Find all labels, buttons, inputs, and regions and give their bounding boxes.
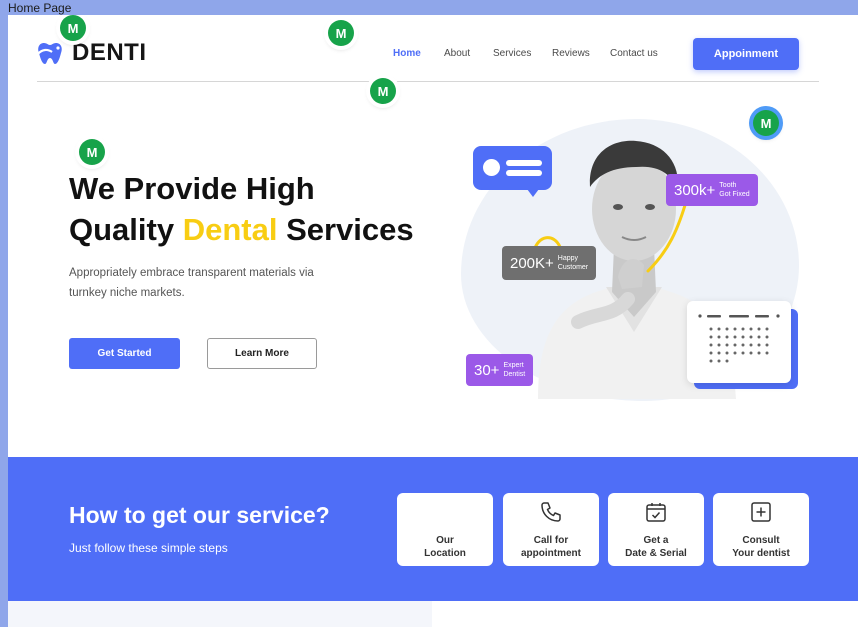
service-steps-section: How to get our service? Just follow thes… <box>8 457 858 601</box>
home-page: DENTI Home About Services Reviews Contac… <box>8 15 858 627</box>
brand-name: DENTI <box>72 39 147 66</box>
calendar-grid-icon <box>698 314 780 363</box>
hero-description: Appropriately embrace transparent materi… <box>69 267 314 299</box>
hero-title-pre: Quality <box>69 212 183 247</box>
step-call-appointment[interactable]: Call for appointment <box>503 493 599 566</box>
comment-marker[interactable]: M <box>753 110 779 136</box>
step-our-location[interactable]: Our Location <box>397 493 493 566</box>
get-started-button[interactable]: Get Started <box>69 338 180 369</box>
comment-marker[interactable]: M <box>79 139 105 165</box>
appointment-button[interactable]: Appoinment <box>693 38 799 70</box>
hero-title-line1: We Provide High <box>69 171 315 206</box>
step-label: Get a Date & Serial <box>625 535 687 559</box>
plus-square-icon <box>751 502 771 522</box>
hero-title-highlight: Dental <box>182 212 278 247</box>
stat-value: 200K+ <box>510 254 554 272</box>
step-consult-dentist[interactable]: Consult Your dentist <box>713 493 809 566</box>
stat-value: 300k+ <box>674 181 716 199</box>
brand-logo[interactable]: DENTI <box>36 39 147 67</box>
comment-marker[interactable]: M <box>328 20 354 46</box>
step-date-serial[interactable]: Get a Date & Serial <box>608 493 704 566</box>
stat-expert-dentist: 30+ Expert Dentist <box>466 354 534 386</box>
step-label: Call for appointment <box>521 535 581 559</box>
comment-marker[interactable]: M <box>370 78 396 104</box>
next-section-panel <box>8 601 432 627</box>
nav-reviews[interactable]: Reviews <box>552 48 590 59</box>
calendar-card <box>687 301 791 383</box>
stat-label: Expert Dentist <box>503 362 526 378</box>
calendar-check-icon <box>646 503 666 522</box>
stat-happy-customer: 200K+ Happy Customer <box>502 246 597 280</box>
phone-icon <box>541 502 561 522</box>
nav-home[interactable]: Home <box>393 48 421 59</box>
tooth-logo-icon <box>37 43 62 64</box>
hero-title-post: Services <box>277 212 414 247</box>
frame-label: Home Page <box>8 1 72 15</box>
nav-services[interactable]: Services <box>493 48 531 59</box>
nav-contact[interactable]: Contact us <box>610 48 658 59</box>
header-divider <box>37 81 819 82</box>
stat-label: Tooth Got Fixed <box>719 182 750 198</box>
stat-value: 30+ <box>474 361 500 379</box>
service-title: How to get our service? <box>69 502 330 528</box>
stat-tooth-fixed: 300k+ Tooth Got Fixed <box>666 174 758 206</box>
comment-marker[interactable]: M <box>60 15 86 41</box>
step-label: Consult Your dentist <box>732 535 790 559</box>
step-label: Our Location <box>424 535 466 559</box>
chat-bubble-icon <box>473 146 552 197</box>
stat-label: Happy Customer <box>557 255 589 271</box>
service-subtitle: Just follow these simple steps <box>69 541 228 555</box>
hero-title: We Provide High Quality Dental Services <box>69 168 449 250</box>
nav-about[interactable]: About <box>444 48 470 59</box>
learn-more-button[interactable]: Learn More <box>207 338 317 369</box>
